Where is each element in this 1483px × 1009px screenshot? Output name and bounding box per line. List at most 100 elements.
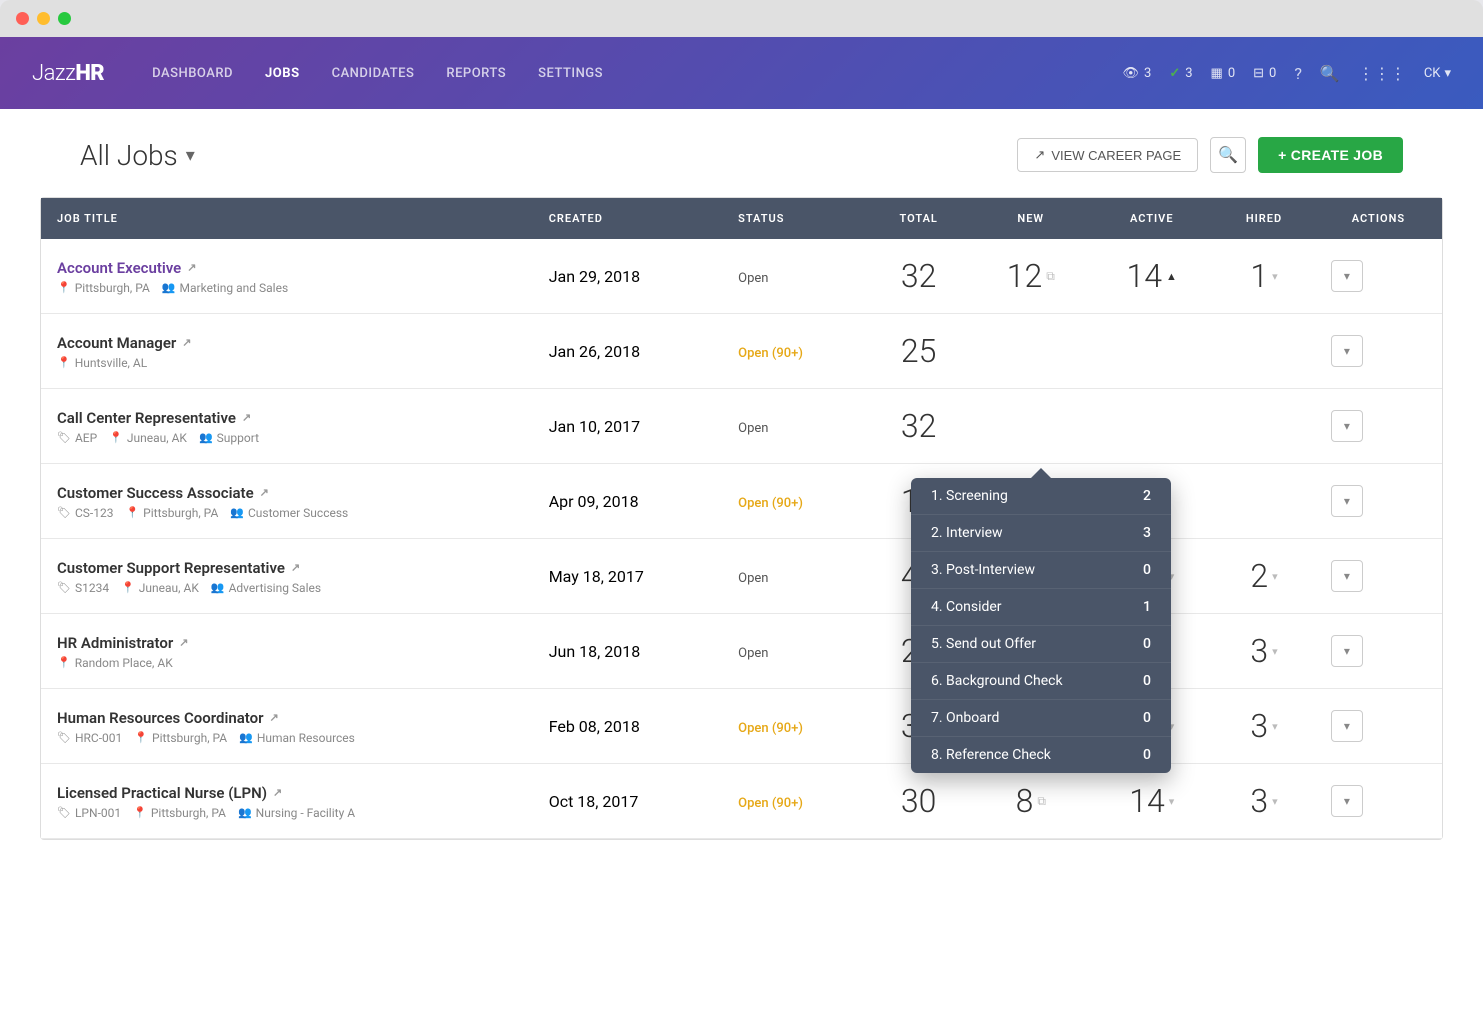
col-hired[interactable]: HIRED <box>1213 198 1315 239</box>
actions-dropdown-button[interactable]: ▾ <box>1331 710 1363 742</box>
active-dropdown-arrow[interactable]: ▲ <box>1166 270 1177 283</box>
job-meta-item: 📍 Pittsburgh, PA <box>57 281 150 295</box>
copy-icon[interactable]: ⧉ <box>1046 269 1055 284</box>
hired-count-cell: 3 ▾ <box>1229 707 1299 745</box>
active-cell[interactable] <box>1090 389 1213 464</box>
inbox-count: 0 <box>1269 66 1276 81</box>
dropdown-stage-item[interactable]: 6. Background Check 0 <box>911 663 1171 700</box>
col-new[interactable]: NEW <box>971 198 1090 239</box>
meta-icon: 🏷 <box>57 431 71 444</box>
close-button[interactable] <box>16 12 29 25</box>
logo[interactable]: JazzHR <box>32 61 104 86</box>
nav-calendar-badge[interactable]: ▦ 0 <box>1211 66 1236 81</box>
nav-eye-badge[interactable]: 👁 3 <box>1122 66 1151 81</box>
active-cell[interactable]: 14 ▾ <box>1090 764 1213 839</box>
dropdown-stage-item[interactable]: 2. Interview 3 <box>911 515 1171 552</box>
external-link-icon[interactable]: ↗ <box>187 261 196 274</box>
dropdown-stage-item[interactable]: 4. Consider 1 <box>911 589 1171 626</box>
external-link-icon[interactable]: ↗ <box>273 786 282 799</box>
col-job-title[interactable]: JOB TITLE <box>41 198 533 239</box>
nav-settings[interactable]: SETTINGS <box>538 66 603 81</box>
meta-text: HRC-001 <box>75 731 122 745</box>
job-title-link[interactable]: Licensed Practical Nurse (LPN) ↗ <box>57 784 282 802</box>
job-meta-item: 👥 Customer Success <box>230 506 348 520</box>
hired-dropdown-chevron[interactable]: ▾ <box>1272 270 1278 283</box>
hired-dropdown-chevron[interactable]: ▾ <box>1272 795 1278 808</box>
table-row: Account Manager ↗ 📍 Huntsville, AL Jan 2… <box>41 314 1442 389</box>
search-icon[interactable]: 🔍 <box>1320 64 1340 83</box>
meta-text: Customer Success <box>248 506 348 520</box>
actions-cell: ▾ <box>1315 239 1442 314</box>
job-title-link[interactable]: Customer Success Associate ↗ <box>57 484 269 502</box>
actions-dropdown-button[interactable]: ▾ <box>1331 560 1363 592</box>
dropdown-stage-item[interactable]: 1. Screening 2 <box>911 478 1171 515</box>
nav-dashboard[interactable]: DASHBOARD <box>152 66 233 81</box>
status-badge: Open <box>738 646 768 661</box>
status-badge: Open (90+) <box>738 496 803 511</box>
actions-dropdown-button[interactable]: ▾ <box>1331 485 1363 517</box>
copy-icon[interactable]: ⧉ <box>1037 794 1046 809</box>
create-job-button[interactable]: + CREATE JOB <box>1258 137 1403 173</box>
external-link-icon[interactable]: ↗ <box>291 561 300 574</box>
hired-dropdown-chevron[interactable]: ▾ <box>1272 720 1278 733</box>
nav-candidates[interactable]: CANDIDATES <box>332 66 415 81</box>
hired-dropdown-chevron[interactable]: ▾ <box>1272 570 1278 583</box>
active-dropdown-chevron[interactable]: ▾ <box>1169 795 1175 808</box>
maximize-button[interactable] <box>58 12 71 25</box>
external-link-icon[interactable]: ↗ <box>182 336 191 349</box>
status-cell: Open (90+) <box>722 464 866 539</box>
external-link-icon[interactable]: ↗ <box>179 636 188 649</box>
grid-icon[interactable]: ⋮⋮⋮ <box>1358 64 1406 83</box>
nav-jobs[interactable]: JOBS <box>265 66 300 81</box>
dropdown-stage-item[interactable]: 3. Post-Interview 0 <box>911 552 1171 589</box>
active-count-cell-trigger[interactable]: 14▲ <box>1106 257 1197 295</box>
meta-icon: 🏷 <box>57 506 71 519</box>
external-link-icon[interactable]: ↗ <box>242 411 251 424</box>
actions-dropdown-button[interactable]: ▾ <box>1331 410 1363 442</box>
external-link-icon[interactable]: ↗ <box>270 711 279 724</box>
job-title-link[interactable]: Call Center Representative ↗ <box>57 409 251 427</box>
total-count: 25 <box>901 332 937 370</box>
job-title-link[interactable]: HR Administrator ↗ <box>57 634 188 652</box>
job-title-link[interactable]: Customer Support Representative ↗ <box>57 559 300 577</box>
status-cell: Open <box>722 614 866 689</box>
hired-dropdown-chevron[interactable]: ▾ <box>1272 645 1278 658</box>
job-meta-item: 👥 Advertising Sales <box>211 581 321 595</box>
active-cell[interactable]: 14▲ <box>1090 239 1213 314</box>
dropdown-stage-item[interactable]: 8. Reference Check 0 <box>911 737 1171 773</box>
table-row: Customer Support Representative ↗ 🏷 S123… <box>41 539 1442 614</box>
active-cell[interactable] <box>1090 314 1213 389</box>
external-link-icon: ↗ <box>1034 147 1045 163</box>
col-status[interactable]: STATUS <box>722 198 866 239</box>
col-actions: ACTIONS <box>1315 198 1442 239</box>
col-total[interactable]: TOTAL <box>866 198 971 239</box>
page-title-dropdown[interactable]: ▾ <box>186 145 195 166</box>
nav-inbox-badge[interactable]: ⊟ 0 <box>1253 66 1276 81</box>
table-row: Customer Success Associate ↗ 🏷 CS-123 📍 … <box>41 464 1442 539</box>
page-content: All Jobs ▾ ↗ VIEW CAREER PAGE 🔍 + CREATE… <box>0 109 1483 1009</box>
col-active[interactable]: ACTIVE <box>1090 198 1213 239</box>
job-title-link[interactable]: Human Resources Coordinator ↗ <box>57 709 279 727</box>
minimize-button[interactable] <box>37 12 50 25</box>
job-title-link[interactable]: Account Executive ↗ <box>57 259 196 277</box>
stage-count: 0 <box>1143 710 1151 726</box>
actions-cell: ▾ <box>1315 314 1442 389</box>
status-badge: Open <box>738 271 768 286</box>
actions-dropdown-button[interactable]: ▾ <box>1331 335 1363 367</box>
user-menu[interactable]: CK ▾ <box>1424 66 1451 81</box>
job-meta: 🏷 S1234 📍 Juneau, AK 👥 Advertising Sales <box>57 581 517 595</box>
job-title-link[interactable]: Account Manager ↗ <box>57 334 192 352</box>
actions-dropdown-button[interactable]: ▾ <box>1331 260 1363 292</box>
search-button[interactable]: 🔍 <box>1210 137 1246 173</box>
dropdown-stage-item[interactable]: 5. Send out Offer 0 <box>911 626 1171 663</box>
nav-reports[interactable]: REPORTS <box>446 66 506 81</box>
nav-check-badge[interactable]: ✓ 3 <box>1169 66 1192 81</box>
dropdown-stage-item[interactable]: 7. Onboard 0 <box>911 700 1171 737</box>
external-link-icon[interactable]: ↗ <box>260 486 269 499</box>
actions-dropdown-button[interactable]: ▾ <box>1331 785 1363 817</box>
view-career-button[interactable]: ↗ VIEW CAREER PAGE <box>1017 138 1198 172</box>
actions-dropdown-button[interactable]: ▾ <box>1331 635 1363 667</box>
col-created[interactable]: CREATED <box>533 198 722 239</box>
job-meta-item: 📍 Juneau, AK <box>109 431 187 445</box>
help-icon[interactable]: ? <box>1294 64 1302 83</box>
